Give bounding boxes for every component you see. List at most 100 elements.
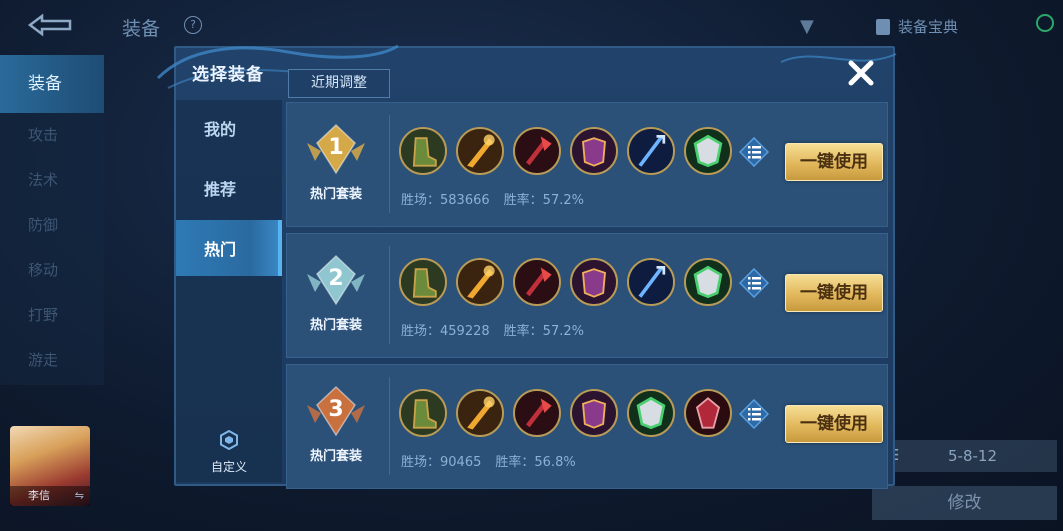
svg-text:3: 3 <box>328 397 343 422</box>
swap-icon[interactable]: ⇋ <box>75 489 84 502</box>
category-tab[interactable]: 攻击 <box>0 113 104 158</box>
rate-label: 胜率： <box>503 324 543 339</box>
tab-recent-changes[interactable]: 近期调整 <box>288 69 390 98</box>
wins-value: 90465 <box>440 455 482 470</box>
azure-spear-icon[interactable] <box>627 258 675 306</box>
dialog-title: 选择装备 <box>192 65 264 85</box>
help-icon[interactable]: ? <box>184 16 202 34</box>
modify-button[interactable]: 修改 <box>872 486 1057 520</box>
purple-armor-icon[interactable] <box>570 258 618 306</box>
custom-label: 自定义 <box>210 460 247 474</box>
wins-label: 胜场： <box>401 324 441 339</box>
crimson-axe-icon[interactable] <box>513 127 561 175</box>
build-row: 3 热门套装 胜场：90465 胜率：56.8% 一键使用 <box>286 364 888 489</box>
azure-spear-icon[interactable] <box>627 127 675 175</box>
one-click-use-button[interactable]: 一键使用 <box>785 405 883 443</box>
rate-label: 胜率： <box>495 455 535 470</box>
boots-icon[interactable] <box>399 127 447 175</box>
svg-text:2: 2 <box>328 266 343 291</box>
category-tab[interactable]: 打野 <box>0 293 104 338</box>
rate-value: 57.2% <box>542 324 584 339</box>
codex-button[interactable]: 装备宝典 <box>876 16 958 37</box>
jade-shield-icon[interactable] <box>627 389 675 437</box>
rate-value: 57.2% <box>542 193 584 208</box>
divider <box>389 246 390 344</box>
wins-value: 459228 <box>440 324 490 339</box>
crimson-axe-icon[interactable] <box>513 258 561 306</box>
purple-armor-icon[interactable] <box>570 389 618 437</box>
list-detail-icon[interactable] <box>738 136 770 168</box>
category-sidebar: 装备 攻击 法术 防御 移动 打野 游走 <box>0 55 104 385</box>
rank-label: 热门套装 <box>309 449 362 464</box>
filter-icon[interactable]: ▼ <box>800 16 814 37</box>
divider <box>389 377 390 475</box>
category-tab[interactable]: 法术 <box>0 158 104 203</box>
item-list <box>399 258 732 306</box>
build-row: 1 热门套装 胜场：583666 胜率：57.2% 一键使用 <box>286 102 888 227</box>
custom-button[interactable]: 自定义 <box>204 429 254 474</box>
select-equipment-dialog: 选择装备 我的 推荐 热门 自定义 近期调整 1 热门套装 胜场：583666 胜率：… <box>156 44 897 489</box>
golden-blade-icon[interactable] <box>456 389 504 437</box>
hero-name: 李信 <box>28 489 50 502</box>
rate-stat: 胜率：57.2% <box>504 193 584 208</box>
item-list <box>399 127 732 175</box>
rate-value: 56.8% <box>534 455 576 470</box>
dialog-header: 选择装备 <box>176 48 893 100</box>
book-icon <box>876 18 890 35</box>
rank-badge-icon: 3 <box>307 385 365 437</box>
tab-label: 我的 <box>204 120 237 139</box>
one-click-use-button[interactable]: 一键使用 <box>785 143 883 181</box>
build-selector[interactable]: ☰ 5-8-12 <box>872 440 1057 472</box>
category-tab[interactable]: 装备 <box>0 55 104 113</box>
category-tab[interactable]: 防御 <box>0 203 104 248</box>
wins-stat: 胜场：90465 <box>401 455 481 470</box>
build-stats: 胜场：459228 胜率：57.2% <box>401 320 598 339</box>
wins-label: 胜场： <box>401 193 441 208</box>
rank-badge-icon: 1 <box>307 123 365 175</box>
rank-label: 热门套装 <box>309 318 362 333</box>
codex-label: 装备宝典 <box>898 18 959 36</box>
page-title: 装备 <box>122 18 161 40</box>
one-click-use-button[interactable]: 一键使用 <box>785 274 883 312</box>
ruby-crystal-icon[interactable] <box>684 389 732 437</box>
tab-label: 热门 <box>204 240 237 259</box>
build-stats: 胜场：583666 胜率：57.2% <box>401 189 598 208</box>
rate-stat: 胜率：57.2% <box>504 324 584 339</box>
back-arrow-icon[interactable] <box>22 12 74 38</box>
dialog-sidebar: 我的 推荐 热门 <box>176 100 282 482</box>
tab-label: 推荐 <box>204 180 237 199</box>
build-stats: 胜场：90465 胜率：56.8% <box>401 451 590 470</box>
boots-icon[interactable] <box>399 389 447 437</box>
category-tab[interactable]: 移动 <box>0 248 104 293</box>
tab-popular[interactable]: 热门 <box>176 220 282 276</box>
wins-stat: 胜场：459228 <box>401 324 490 339</box>
boots-icon[interactable] <box>399 258 447 306</box>
build-row: 2 热门套装 胜场：459228 胜率：57.2% 一键使用 <box>286 233 888 358</box>
svg-text:1: 1 <box>328 135 343 160</box>
tab-recommended[interactable]: 推荐 <box>176 160 282 216</box>
rank-block: 2 热门套装 <box>301 252 371 342</box>
divider <box>389 115 390 213</box>
crimson-axe-icon[interactable] <box>513 389 561 437</box>
list-detail-icon[interactable] <box>738 267 770 299</box>
hexagon-icon <box>220 429 238 451</box>
wins-stat: 胜场：583666 <box>401 193 490 208</box>
rate-label: 胜率： <box>503 193 543 208</box>
tab-mine[interactable]: 我的 <box>176 100 282 156</box>
build-code: 5-8-12 <box>948 447 997 465</box>
rate-stat: 胜率：56.8% <box>495 455 575 470</box>
golden-blade-icon[interactable] <box>456 127 504 175</box>
wins-label: 胜场： <box>401 455 441 470</box>
list-detail-icon[interactable] <box>738 398 770 430</box>
jade-shield-icon[interactable] <box>684 127 732 175</box>
top-bar: 装备 ? ▼ 装备宝典 <box>0 0 1063 48</box>
wins-value: 583666 <box>440 193 490 208</box>
purple-armor-icon[interactable] <box>570 127 618 175</box>
category-tab[interactable]: 游走 <box>0 338 104 383</box>
close-icon[interactable] <box>844 56 878 90</box>
rank-block: 3 热门套装 <box>301 383 371 473</box>
rank-block: 1 热门套装 <box>301 121 371 211</box>
item-list <box>399 389 732 437</box>
jade-shield-icon[interactable] <box>684 258 732 306</box>
golden-blade-icon[interactable] <box>456 258 504 306</box>
